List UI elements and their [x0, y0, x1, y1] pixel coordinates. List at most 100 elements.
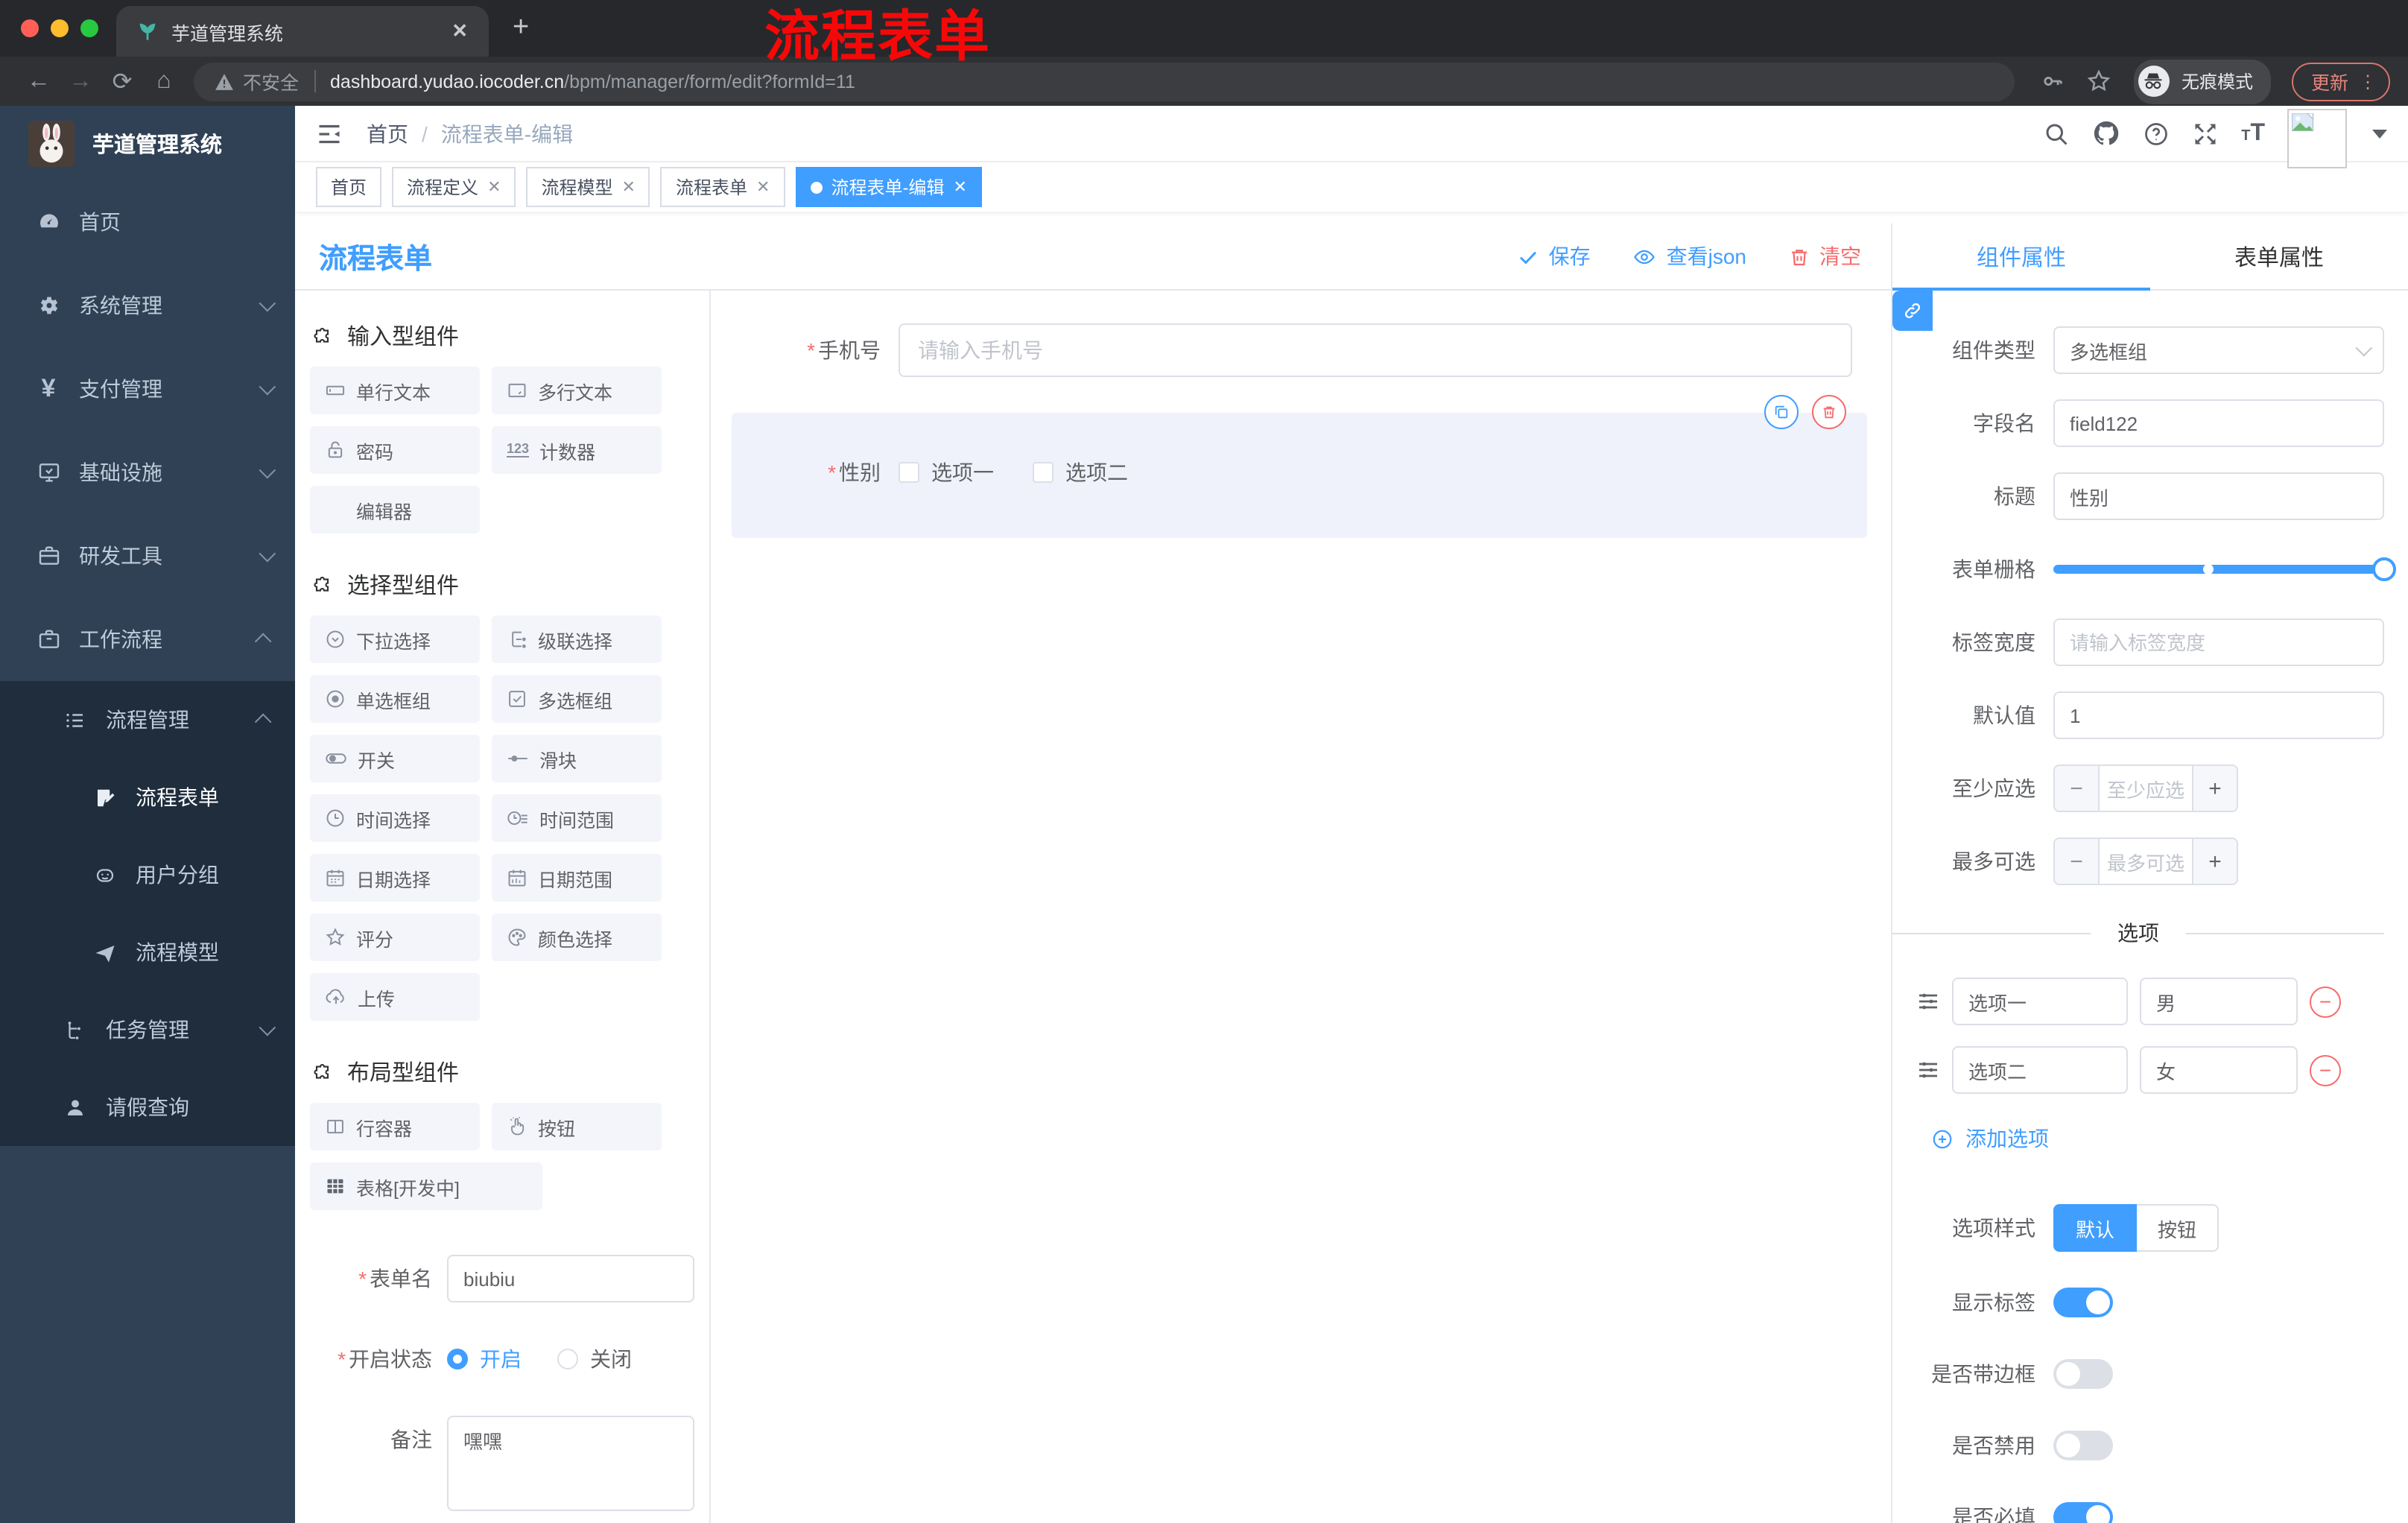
remove-option-button[interactable]: − — [2310, 1054, 2341, 1086]
max-select-value[interactable]: 最多可选 — [2100, 839, 2192, 884]
phone-input[interactable] — [899, 323, 1852, 377]
close-window-button[interactable] — [21, 19, 39, 37]
sidebar-item-process-model[interactable]: 流程模型 — [0, 914, 295, 991]
component-editor[interactable]: 编辑器 — [310, 486, 480, 533]
component-slider[interactable]: 滑块 — [492, 735, 662, 782]
style-button-button[interactable]: 按钮 — [2137, 1204, 2220, 1252]
component-counter[interactable]: 123 计数器 — [492, 426, 662, 474]
sidebar-item-system[interactable]: 系统管理 — [0, 264, 295, 347]
tag-close-icon[interactable]: ✕ — [622, 177, 636, 197]
tag-close-icon[interactable]: ✕ — [756, 177, 770, 197]
sidebar-item-leave-query[interactable]: 请假查询 — [0, 1068, 295, 1146]
slider-handle[interactable] — [2372, 557, 2396, 581]
tab-form-props[interactable]: 表单属性 — [2150, 224, 2408, 289]
browser-menu-dots-icon[interactable]: ⋮ — [2359, 71, 2377, 92]
required-toggle[interactable] — [2053, 1502, 2113, 1523]
show-label-toggle[interactable] — [2053, 1288, 2113, 1317]
help-icon[interactable] — [2143, 120, 2170, 147]
component-select[interactable]: 下拉选择 — [310, 615, 480, 663]
tag-process-form[interactable]: 流程表单 ✕ — [660, 167, 785, 207]
sidebar-item-infra[interactable]: 基础设施 — [0, 431, 295, 514]
add-option-button[interactable]: 添加选项 — [1931, 1124, 2384, 1153]
tab-component-props[interactable]: 组件属性 — [1892, 224, 2150, 291]
browser-tab[interactable]: 芋道管理系统 ✕ — [116, 6, 489, 57]
gender-option-2[interactable]: 选项二 — [1033, 457, 1128, 487]
component-button[interactable]: 按钮 — [492, 1103, 662, 1150]
slider-track[interactable] — [2053, 557, 2396, 581]
component-color-picker[interactable]: 颜色选择 — [492, 914, 662, 961]
component-multi-text[interactable]: 多行文本 — [492, 367, 662, 414]
form-remark-textarea[interactable]: 嘿嘿 — [447, 1416, 694, 1511]
font-size-icon[interactable]: TT — [2241, 120, 2265, 147]
tag-home[interactable]: 首页 — [316, 167, 382, 207]
link-tab-button[interactable] — [1892, 291, 1933, 331]
sidebar-item-workflow[interactable]: 工作流程 — [0, 598, 295, 681]
canvas-field-phone[interactable]: * 手机号 — [732, 323, 1870, 377]
style-default-button[interactable]: 默认 — [2053, 1204, 2138, 1252]
window-controls[interactable] — [0, 19, 116, 37]
component-single-text[interactable]: 单行文本 — [310, 367, 480, 414]
home-icon[interactable]: ⌂ — [143, 68, 185, 95]
maximize-window-button[interactable] — [80, 19, 98, 37]
avatar-dropdown-caret-icon[interactable] — [2372, 129, 2387, 138]
sidebar-item-task-mgmt[interactable]: 任务管理 — [0, 991, 295, 1068]
save-button[interactable]: 保存 — [1518, 241, 1591, 271]
option-label-input[interactable] — [1952, 1046, 2128, 1094]
sidebar-item-payment[interactable]: ¥ 支付管理 — [0, 347, 295, 431]
component-table[interactable]: 表格[开发中] — [310, 1162, 542, 1210]
decrease-button[interactable]: − — [2055, 839, 2100, 884]
component-password[interactable]: 密码 — [310, 426, 480, 474]
remove-option-button[interactable]: − — [2310, 986, 2341, 1017]
checkbox-icon[interactable] — [899, 462, 919, 483]
collapse-sidebar-icon[interactable] — [316, 120, 343, 147]
component-date-picker[interactable]: 日期选择 — [310, 854, 480, 902]
address-bar[interactable]: 不安全 dashboard.yudao.iocoder.cn/bpm/manag… — [194, 62, 2015, 101]
browser-update-button[interactable]: 更新 ⋮ — [2291, 62, 2390, 101]
tab-close-icon[interactable]: ✕ — [446, 19, 474, 43]
clear-button[interactable]: 清空 — [1788, 241, 1861, 271]
sidebar-item-devtools[interactable]: 研发工具 — [0, 514, 295, 598]
disabled-toggle[interactable] — [2053, 1431, 2113, 1460]
component-type-select[interactable]: 多选框组 — [2053, 326, 2384, 374]
breadcrumb-home[interactable]: 首页 — [367, 118, 408, 148]
bookmark-star-icon[interactable] — [2086, 69, 2111, 94]
github-icon[interactable] — [2092, 119, 2120, 148]
option-value-input[interactable] — [2140, 1046, 2298, 1094]
default-value-input[interactable] — [2053, 691, 2384, 739]
sidebar-item-home[interactable]: 首页 — [0, 180, 295, 264]
component-cascader[interactable]: 级联选择 — [492, 615, 662, 663]
avatar[interactable] — [2287, 108, 2347, 168]
drag-handle-icon[interactable] — [1916, 1058, 1940, 1082]
fullscreen-icon[interactable] — [2192, 120, 2219, 147]
option-label-input[interactable] — [1952, 978, 2128, 1025]
form-grid-slider[interactable] — [2053, 545, 2396, 593]
component-switch[interactable]: 开关 — [310, 735, 480, 782]
forward-icon[interactable]: → — [60, 68, 101, 95]
component-row-container[interactable]: 行容器 — [310, 1103, 480, 1150]
duplicate-component-button[interactable] — [1764, 395, 1799, 429]
reload-icon[interactable]: ⟳ — [101, 66, 143, 96]
status-radio-off[interactable]: 关闭 — [557, 1335, 632, 1383]
component-date-range[interactable]: 日期范围 — [492, 854, 662, 902]
component-checkbox-group[interactable]: 多选框组 — [492, 675, 662, 723]
increase-button[interactable]: + — [2192, 766, 2237, 811]
field-name-input[interactable] — [2053, 399, 2384, 447]
tag-close-icon[interactable]: ✕ — [953, 177, 966, 197]
decrease-button[interactable]: − — [2055, 766, 2100, 811]
minimize-window-button[interactable] — [51, 19, 69, 37]
increase-button[interactable]: + — [2192, 839, 2237, 884]
border-toggle[interactable] — [2053, 1359, 2113, 1389]
key-icon[interactable] — [2040, 69, 2065, 94]
sidebar-item-process-mgmt[interactable]: 流程管理 — [0, 681, 295, 759]
component-upload[interactable]: 上传 — [310, 973, 480, 1021]
search-icon[interactable] — [2043, 120, 2070, 147]
component-radio-group[interactable]: 单选框组 — [310, 675, 480, 723]
gender-option-1[interactable]: 选项一 — [899, 457, 994, 487]
tag-close-icon[interactable]: ✕ — [487, 177, 501, 197]
component-time-range[interactable]: 时间范围 — [492, 794, 662, 842]
option-value-input[interactable] — [2140, 978, 2298, 1025]
view-json-button[interactable]: 查看json — [1632, 241, 1746, 271]
tag-process-definition[interactable]: 流程定义 ✕ — [392, 167, 516, 207]
sidebar-item-user-groups[interactable]: 用户分组 — [0, 836, 295, 914]
sidebar-item-process-form[interactable]: 流程表单 — [0, 759, 295, 836]
